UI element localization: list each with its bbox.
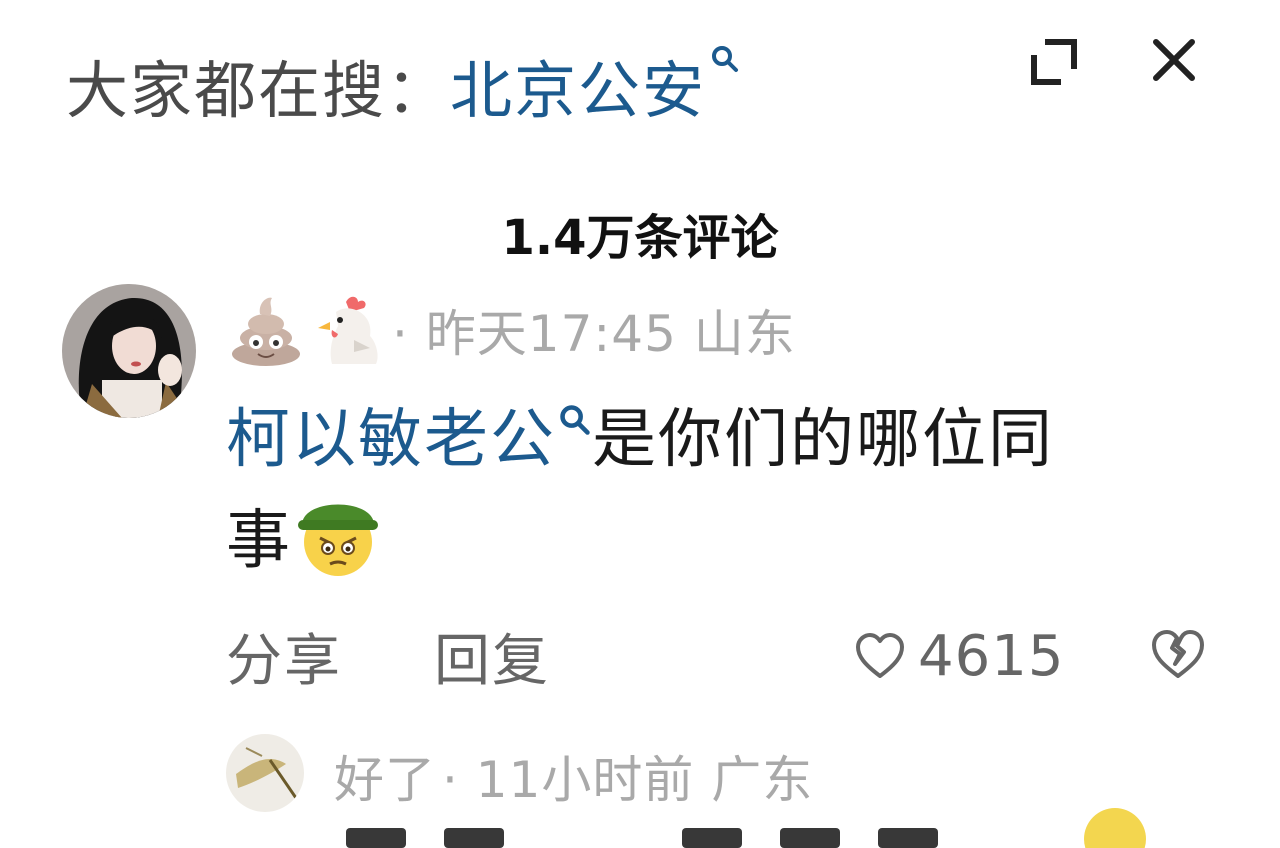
emoji-icon (1084, 808, 1146, 848)
search-icon (560, 405, 590, 435)
avatar[interactable] (62, 284, 196, 418)
like-count: 4615 (918, 623, 1065, 689)
comment-search-term: 柯以敏老公 (226, 403, 556, 477)
comment-meta-text: · 11小时前 广东 (442, 751, 814, 809)
trending-search-link[interactable]: 北京公安 (450, 40, 740, 130)
comment-meta: · 昨天17:45 山东 (228, 290, 796, 370)
comment-username[interactable]: 好了 (334, 740, 436, 812)
close-icon[interactable] (1150, 36, 1198, 84)
search-icon (712, 46, 739, 72)
heart-icon (856, 633, 904, 678)
share-button[interactable]: 分享 (226, 616, 342, 697)
avatar-image (62, 284, 196, 418)
comment-text-part2: 事 (226, 504, 292, 578)
comment-body: 柯以敏老公 是你们的哪位同 事 (226, 392, 1186, 589)
clipped-text-glyph (682, 828, 742, 848)
trending-search-term: 北京公安 (450, 54, 707, 127)
comment-meta-text: · 昨天17:45 山东 (392, 305, 796, 363)
comment-body-partial (226, 828, 1226, 848)
poop-emoji-icon (232, 297, 300, 366)
rooster-emoji-icon (318, 296, 378, 364)
green-hat-emoji-icon (298, 504, 378, 576)
clipped-text-glyph (780, 828, 840, 848)
reply-button[interactable]: 回复 (434, 616, 550, 697)
clipped-text-glyph (346, 828, 406, 848)
expand-icon[interactable] (1028, 36, 1080, 88)
comment-actions: 分享 回复 (226, 616, 550, 696)
comment-meta: 好了 · 11小时前 广东 (334, 738, 813, 814)
trending-label: 大家都在搜： (66, 54, 451, 127)
broken-heart-icon[interactable] (1150, 626, 1206, 682)
comment-search-link[interactable]: 柯以敏老公 (226, 403, 592, 477)
avatar-image (226, 734, 304, 812)
clipped-text-glyph (444, 828, 504, 848)
clipped-text-glyph (878, 828, 938, 848)
comment-text-part1: 是你们的哪位同 (592, 403, 1054, 477)
trending-search-bar: 大家都在搜： 北京公安 (66, 40, 740, 130)
comment-count: 1.4万条评论 (501, 210, 779, 266)
avatar[interactable] (226, 734, 304, 812)
like-button[interactable]: 4615 (854, 616, 1065, 696)
comments-panel: 大家都在搜： 北京公安 1.4万条评论 · 昨天17:45 山东 柯以敏老公 是… (0, 0, 1280, 848)
